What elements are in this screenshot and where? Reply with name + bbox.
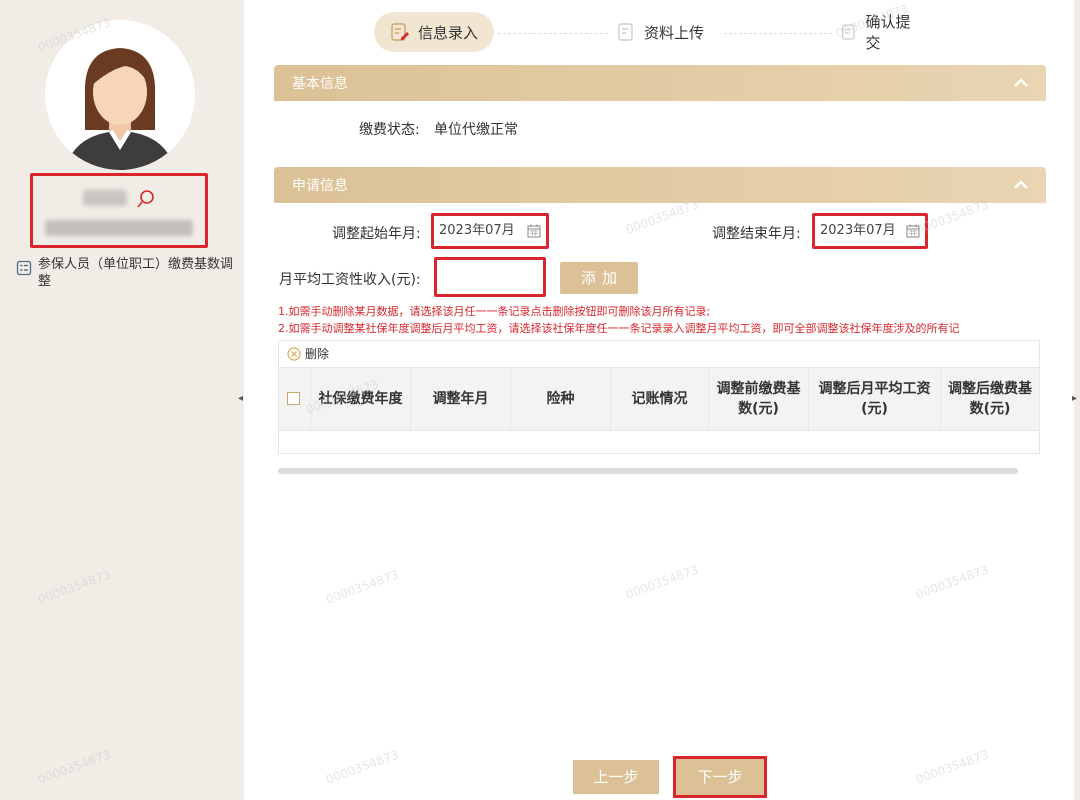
delete-button[interactable]: 删除 bbox=[287, 345, 329, 362]
apply-info-header[interactable]: 申请信息 bbox=[274, 167, 1046, 203]
step-info-entry[interactable]: 信息录入 bbox=[374, 12, 495, 52]
user-id-redacted bbox=[45, 220, 193, 236]
start-month-label: 调整起始年月: bbox=[332, 226, 421, 242]
step-label: 信息录入 bbox=[418, 23, 479, 42]
watermark: 0000354873 bbox=[913, 747, 991, 787]
step-confirm-submit[interactable]: 确认提交 bbox=[824, 12, 934, 52]
user-info-box bbox=[30, 173, 208, 248]
edit-icon[interactable] bbox=[135, 188, 157, 210]
column-header: 记账情况 bbox=[611, 368, 709, 430]
watermark: 0000354873 bbox=[323, 747, 401, 787]
column-header: 调整后月平均工资(元) bbox=[809, 368, 941, 430]
payment-status-value: 单位代缴正常 bbox=[434, 122, 518, 138]
document-icon bbox=[618, 23, 633, 41]
chevron-up-icon[interactable] bbox=[1012, 177, 1030, 191]
column-header: 调整前缴费基数(元) bbox=[709, 368, 809, 430]
section-title: 申请信息 bbox=[292, 178, 348, 194]
watermark: 0000354873 bbox=[323, 567, 401, 607]
step-file-upload[interactable]: 资料上传 bbox=[600, 12, 720, 52]
avatar-illustration bbox=[65, 48, 175, 170]
step-label: 确认提交 bbox=[865, 13, 911, 52]
sidebar-item-base-adjust[interactable]: 参保人员（单位职工）缴费基数调整 bbox=[16, 256, 236, 290]
note-line-2: 2.如需手动调整某社保年度调整后月平均工资，请选择该社保年度任一一条记录录入调整… bbox=[278, 322, 960, 335]
user-name-redacted bbox=[83, 190, 127, 206]
basic-info-header[interactable]: 基本信息 bbox=[274, 65, 1046, 101]
column-header: 险种 bbox=[511, 368, 611, 430]
calendar-icon[interactable] bbox=[527, 224, 541, 238]
end-month-label: 调整结束年月: bbox=[712, 226, 801, 242]
add-button[interactable]: 添加 bbox=[560, 262, 638, 294]
step-connector bbox=[724, 33, 832, 34]
select-all-cell bbox=[279, 368, 311, 430]
prev-step-button[interactable]: 上一步 bbox=[573, 760, 659, 794]
document-edit-icon bbox=[391, 23, 409, 41]
horizontal-scrollbar[interactable] bbox=[278, 468, 1018, 474]
adjust-table: 删除 社保缴费年度 调整年月 险种 记账情况 调整前缴费基数(元) 调整后月平均… bbox=[278, 340, 1040, 454]
watermark: 0000354873 bbox=[913, 562, 991, 602]
delete-label: 删除 bbox=[305, 347, 330, 361]
start-month-value: 2023年07月 bbox=[439, 223, 515, 238]
end-month-field[interactable]: 2023年07月 bbox=[812, 213, 928, 249]
avatar bbox=[45, 20, 195, 170]
sidebar-item-label: 参保人员（单位职工）缴费基数调整 bbox=[38, 257, 234, 289]
column-header: 调整后缴费基数(元) bbox=[948, 381, 1032, 417]
table-header: 社保缴费年度 调整年月 险种 记账情况 调整前缴费基数(元) 调整后月平均工资(… bbox=[279, 367, 1039, 431]
sidebar: 参保人员（单位职工）缴费基数调整 bbox=[0, 0, 242, 800]
column-header: 调整年月 bbox=[411, 368, 511, 430]
calendar-icon[interactable] bbox=[906, 224, 920, 238]
select-all-checkbox[interactable] bbox=[287, 392, 300, 405]
stepper: 信息录入 资料上传 确认提交 bbox=[374, 12, 934, 54]
collapse-right-icon[interactable]: ▸ bbox=[1072, 384, 1080, 414]
next-step-button[interactable]: 下一步 bbox=[673, 756, 767, 798]
delete-circle-icon bbox=[287, 346, 301, 361]
watermark: 0000354873 bbox=[623, 197, 701, 237]
step-label: 资料上传 bbox=[644, 23, 705, 42]
start-month-field[interactable]: 2023年07月 bbox=[431, 213, 549, 249]
step-connector bbox=[498, 33, 608, 34]
payment-status-label: 缴费状态: bbox=[359, 122, 420, 138]
document-icon bbox=[842, 24, 855, 40]
end-month-value: 2023年07月 bbox=[820, 223, 896, 238]
watermark: 0000354873 bbox=[623, 562, 701, 602]
chevron-up-icon[interactable] bbox=[1012, 75, 1030, 89]
monthly-income-label: 月平均工资性收入(元): bbox=[279, 272, 421, 288]
section-title: 基本信息 bbox=[292, 76, 348, 92]
main-panel: 信息录入 资料上传 确认提交 基本信息 缴费状态: 单位代缴正常 申请信息 调整… bbox=[244, 0, 1074, 800]
note-line-1: 1.如需手动删除某月数据，请选择该月任一一条记录点击删除按钮即可删除该月所有记录… bbox=[278, 305, 711, 318]
column-header: 社保缴费年度 bbox=[311, 368, 411, 430]
monthly-income-input[interactable] bbox=[434, 257, 546, 297]
form-icon bbox=[16, 260, 32, 276]
